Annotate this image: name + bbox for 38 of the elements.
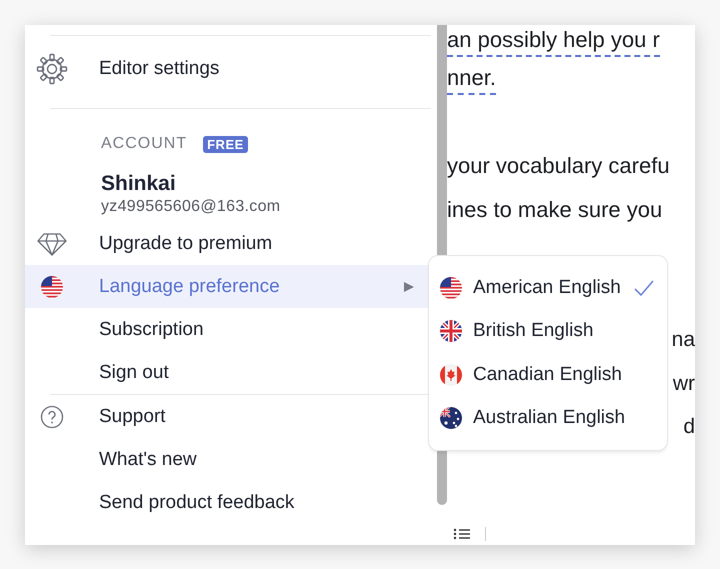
menu-item[interactable]: Editor settings <box>25 36 437 102</box>
document-text: wr <box>672 370 695 396</box>
menu-item-label: Language preference <box>99 276 281 298</box>
menu-item-label: What's new <box>99 448 198 470</box>
menu-item-label: Upgrade to premium <box>99 232 274 254</box>
us-flag-icon <box>439 276 463 300</box>
australia-flag-icon <box>439 406 463 430</box>
document-text: an possibly help you r <box>447 25 660 57</box>
menu-item-label: Support <box>99 406 167 428</box>
menu-item-label: Subscription <box>99 318 205 340</box>
help-icon <box>40 404 64 428</box>
document-text: your vocabulary carefu <box>447 152 670 180</box>
language-option-label: American English <box>473 276 622 299</box>
us-flag-icon <box>40 274 64 298</box>
language-option[interactable]: British English <box>429 310 667 353</box>
diamond-icon <box>36 232 68 256</box>
menu-item-label: Editor settings <box>99 58 220 80</box>
language-option-label: Australian English <box>473 407 626 430</box>
language-option-label: British English <box>473 320 594 342</box>
canada-flag-icon <box>439 362 463 387</box>
uk-flag-icon <box>439 319 463 344</box>
document-text: nner. <box>447 62 496 95</box>
document-text: na <box>672 327 695 353</box>
document-text: ines to make sure you <box>447 196 662 224</box>
settings-icon <box>36 53 68 85</box>
user-email: yz499565606@163.com <box>101 198 282 216</box>
menu-item[interactable]: Upgrade to premium <box>25 222 437 265</box>
user-name: Shinkai <box>101 172 177 196</box>
plan-badge: FREE <box>203 136 248 152</box>
language-option[interactable]: Canadian English <box>429 353 667 396</box>
account-heading: ACCOUNT <box>101 135 188 153</box>
menu-item-label: Sign out <box>99 362 170 384</box>
list-icon <box>453 527 471 541</box>
language-option-label: Canadian English <box>473 364 623 386</box>
menu-item[interactable]: What's new <box>25 438 437 481</box>
document-text: d <box>683 414 695 440</box>
menu-item-label: Send product feedback <box>99 492 296 514</box>
menu-item[interactable]: Send product feedback <box>25 481 437 524</box>
